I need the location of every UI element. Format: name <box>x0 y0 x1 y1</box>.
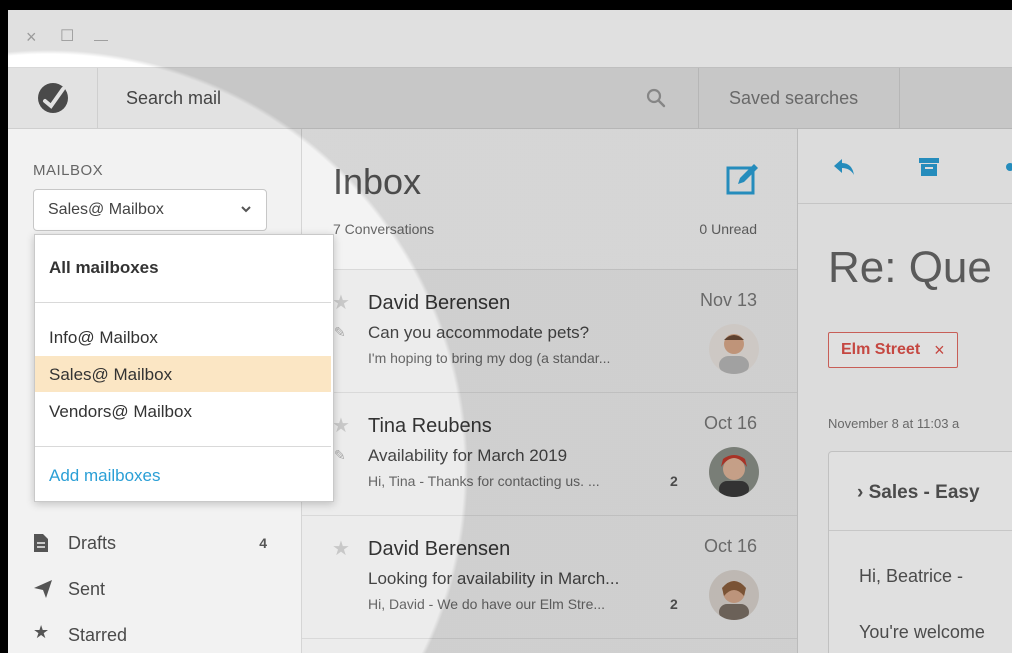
more-actions-icon[interactable] <box>1004 159 1012 175</box>
dropdown-item-label: Sales@ Mailbox <box>49 365 173 384</box>
dropdown-divider <box>35 302 331 303</box>
draft-pencil-icon: ✎ <box>334 324 346 340</box>
avatar <box>709 324 759 374</box>
document-icon <box>34 534 48 552</box>
app-logo-button[interactable] <box>8 68 98 128</box>
folder-label: Drafts <box>68 533 117 553</box>
reply-icon[interactable] <box>832 157 856 177</box>
list-header: Inbox 7 Conversations 0 Unread <box>302 129 797 270</box>
avatar <box>709 570 759 620</box>
sender-name: Tina Reubens <box>368 415 492 437</box>
message-detail: Re: Que Elm Street × November 8 at 11:03… <box>798 129 1012 653</box>
star-icon[interactable]: ★ <box>332 536 350 561</box>
sender-name: David Berensen <box>368 538 511 560</box>
page-title: Inbox <box>333 161 422 202</box>
message-date: Oct 16 <box>703 536 757 556</box>
folder-label: Sent <box>68 579 106 599</box>
detail-toolbar <box>798 129 1012 204</box>
message-timestamp: November 8 at 11:03 a <box>828 416 960 431</box>
star-icon: ★ <box>33 622 50 642</box>
mailbox-dropdown-menu: All mailboxes Info@ Mailbox Sales@ Mailb… <box>34 234 334 502</box>
close-window-button[interactable]: × <box>26 26 37 48</box>
folder-count: 4 <box>259 535 267 551</box>
message-preview: I'm hoping to bring my dog (a standar... <box>368 350 611 366</box>
dropdown-all-mailboxes[interactable]: All mailboxes <box>35 249 331 285</box>
message-subject-title: Re: Que <box>828 243 992 292</box>
list-item[interactable]: ★ ✎ David Berensen Nov 13 Can you accomm… <box>302 270 797 393</box>
folder-sent[interactable]: Sent <box>33 575 273 603</box>
star-icon[interactable]: ★ <box>332 290 350 315</box>
title-bar: × ☐ — <box>8 10 1012 68</box>
message-card: › Sales - Easy Hi, Beatrice - You're wel… <box>828 451 1012 653</box>
saved-searches-button[interactable]: Saved searches <box>699 68 900 128</box>
dropdown-item-sales[interactable]: Sales@ Mailbox <box>35 356 331 392</box>
mailbox-select-value: Sales@ Mailbox <box>48 201 164 218</box>
app-window: × ☐ — Search mail Saved searches MAILBOX… <box>8 10 1012 653</box>
chevron-down-icon <box>241 206 251 213</box>
minimize-window-button[interactable]: — <box>94 28 108 50</box>
message-date: Nov 13 <box>699 290 757 310</box>
message-date: Oct 16 <box>703 413 757 433</box>
dropdown-item-vendors[interactable]: Vendors@ Mailbox <box>35 393 331 429</box>
maximize-window-button[interactable]: ☐ <box>60 26 74 48</box>
top-toolbar: Search mail Saved searches <box>8 68 1012 129</box>
conversation-list: Inbox 7 Conversations 0 Unread ★ ✎ David… <box>302 129 798 653</box>
message-body: You're welcome <box>859 622 985 642</box>
message-preview: Hi, David - We do have our Elm Stre... <box>368 596 606 612</box>
dropdown-item-label: Info@ Mailbox <box>49 328 158 347</box>
remove-tag-button[interactable]: × <box>934 340 945 361</box>
message-subject: Availability for March 2019 <box>368 446 568 465</box>
message-card-title: › Sales - Easy <box>857 482 980 503</box>
compose-icon[interactable] <box>725 161 761 197</box>
thread-count: 2 <box>670 473 678 489</box>
dropdown-item-label: Add mailboxes <box>49 466 161 485</box>
add-mailboxes-link[interactable]: Add mailboxes <box>35 457 331 493</box>
archive-icon[interactable] <box>918 157 940 177</box>
unread-count: 0 Unread <box>699 221 757 237</box>
message-subject: Looking for availability in March... <box>368 569 620 588</box>
tag-label: Elm Street <box>841 341 921 358</box>
saved-searches-label: Saved searches <box>729 88 859 108</box>
dropdown-item-info[interactable]: Info@ Mailbox <box>35 319 331 355</box>
dropdown-item-label: All mailboxes <box>49 258 159 277</box>
message-preview: Hi, Tina - Thanks for contacting us. ... <box>368 473 600 489</box>
dropdown-divider <box>35 446 331 447</box>
message-card-header[interactable]: › Sales - Easy <box>829 452 1012 531</box>
conversation-count: 7 Conversations <box>333 221 435 237</box>
tag-elm-street: Elm Street × <box>828 332 958 368</box>
message-greeting: Hi, Beatrice - <box>859 566 964 586</box>
list-item[interactable]: ★ David Berensen Oct 16 Looking for avai… <box>302 516 797 639</box>
folder-drafts[interactable]: Drafts 4 <box>33 529 273 557</box>
mailbox-select[interactable]: Sales@ Mailbox <box>33 189 267 231</box>
star-icon[interactable]: ★ <box>332 413 350 438</box>
search-icon[interactable] <box>646 88 666 108</box>
list-item[interactable]: ★ ✎ Tina Reubens Oct 16 Availability for… <box>302 393 797 516</box>
mailbox-heading: MAILBOX <box>33 162 104 179</box>
message-subject: Can you accommodate pets? <box>368 323 590 342</box>
search-mail-input[interactable]: Search mail <box>98 68 699 128</box>
sender-name: David Berensen <box>368 292 511 314</box>
thread-count: 2 <box>670 596 678 612</box>
avatar <box>709 447 759 497</box>
draft-pencil-icon: ✎ <box>334 447 346 463</box>
logo-icon <box>37 83 68 113</box>
paper-plane-icon <box>34 580 52 598</box>
dropdown-item-label: Vendors@ Mailbox <box>49 402 192 421</box>
folder-label: Starred <box>68 625 128 645</box>
search-placeholder: Search mail <box>126 88 222 108</box>
folder-starred[interactable]: ★ Starred <box>33 621 273 649</box>
